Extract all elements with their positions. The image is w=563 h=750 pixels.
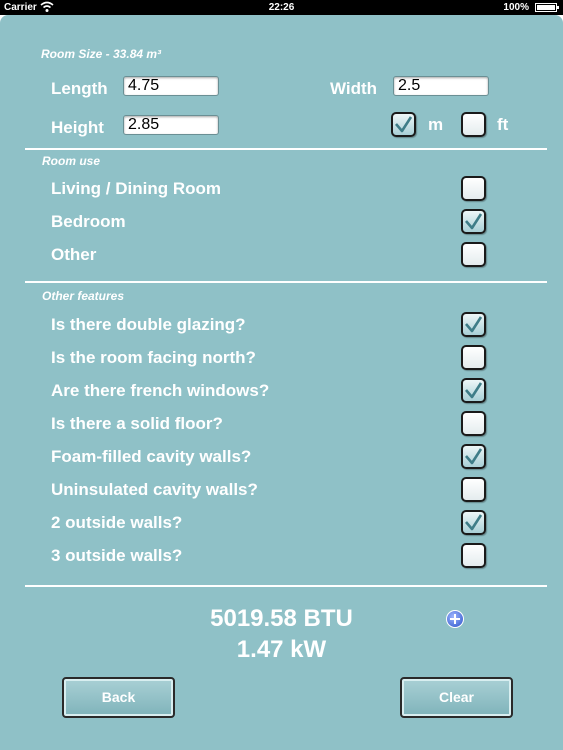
unit-m-label: m	[428, 115, 444, 134]
feature-item-label: Uninsulated cavity walls?	[51, 480, 258, 499]
result-btu: 5019.58 BTU	[210, 605, 353, 632]
checkmark-icon	[465, 382, 483, 399]
room-use-item-label: Other	[51, 245, 97, 264]
feature-item-checkbox[interactable]	[461, 510, 486, 535]
checkmark-icon	[465, 514, 483, 531]
feature-item-label: Are there french windows?	[51, 381, 270, 400]
app-frame: Carrier 22:26 100% Room Size - 33.84 m³ …	[0, 0, 563, 750]
divider	[25, 585, 547, 587]
room-use-title: Room use	[42, 154, 101, 168]
feature-item-label: Foam-filled cavity walls?	[51, 447, 252, 466]
room-use-item-label: Bedroom	[51, 212, 126, 231]
height-label: Height	[51, 118, 104, 137]
checkmark-icon	[395, 116, 413, 133]
back-button[interactable]: Back	[62, 677, 175, 718]
width-label: Width	[330, 79, 378, 98]
width-input[interactable]	[393, 76, 489, 96]
calculator-panel: Room Size - 33.84 m³ Length Width Height…	[0, 15, 563, 750]
feature-item-checkbox[interactable]	[461, 312, 486, 337]
clear-button[interactable]: Clear	[400, 677, 513, 718]
checkmark-icon	[465, 448, 483, 465]
feature-item-label: Is there double glazing?	[51, 315, 246, 334]
clock: 22:26	[268, 2, 295, 13]
feature-item-label: 3 outside walls?	[51, 546, 183, 565]
room-use-item-checkbox[interactable]	[461, 176, 486, 201]
checkmark-icon	[465, 316, 483, 333]
unit-ft-label: ft	[497, 115, 509, 134]
status-bar: Carrier 22:26 100%	[0, 0, 563, 15]
feature-item-label: Is the room facing north?	[51, 348, 256, 367]
feature-item-label: Is there a solid floor?	[51, 414, 223, 433]
unit-m-checkbox[interactable]	[391, 112, 416, 137]
result-kw: 1.47 kW	[236, 636, 327, 663]
other-features-title: Other features	[42, 289, 125, 303]
room-use-item-label: Living / Dining Room	[51, 179, 221, 198]
room-use-item-checkbox[interactable]	[461, 242, 486, 267]
feature-item-checkbox[interactable]	[461, 477, 486, 502]
height-input[interactable]	[123, 115, 219, 135]
checkmark-icon	[465, 213, 483, 230]
feature-item-checkbox[interactable]	[461, 378, 486, 403]
info-plus-icon[interactable]	[446, 610, 464, 628]
feature-item-checkbox[interactable]	[461, 543, 486, 568]
feature-item-checkbox[interactable]	[461, 444, 486, 469]
battery-icon	[535, 3, 559, 12]
feature-item-checkbox[interactable]	[461, 345, 486, 370]
room-size-label: Room Size - 33.84 m³	[41, 47, 162, 61]
feature-item-checkbox[interactable]	[461, 411, 486, 436]
feature-item-label: 2 outside walls?	[51, 513, 183, 532]
length-input[interactable]	[123, 76, 219, 96]
room-use-item-checkbox[interactable]	[461, 209, 486, 234]
divider	[25, 281, 547, 283]
battery-percent: 100%	[503, 2, 529, 13]
divider	[25, 148, 547, 150]
length-label: Length	[51, 79, 108, 98]
unit-ft-checkbox[interactable]	[461, 112, 486, 137]
